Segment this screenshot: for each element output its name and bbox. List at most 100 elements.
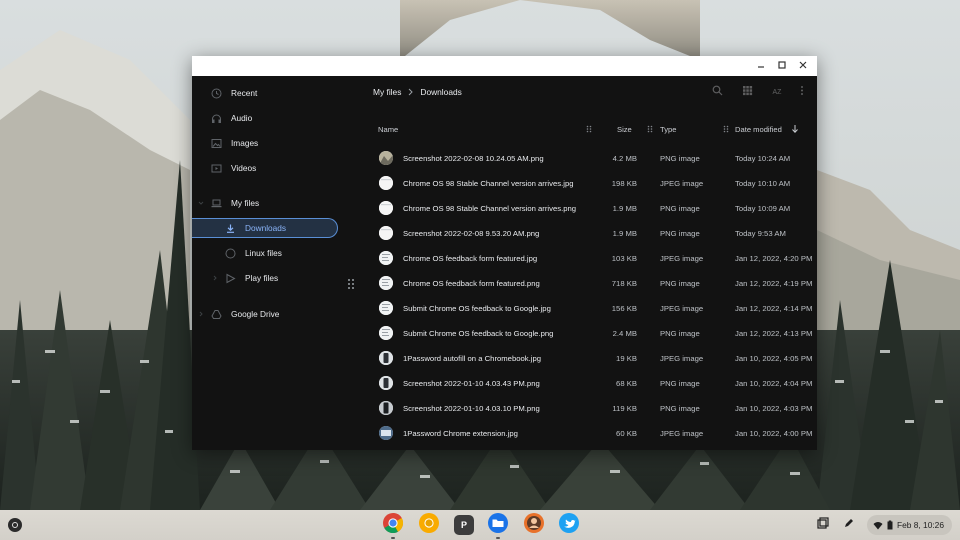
shelf-app-chrome-canary[interactable] — [418, 512, 440, 536]
column-header-size[interactable]: Size — [617, 122, 632, 136]
sidebar-item-google-drive[interactable]: Google Drive — [192, 304, 342, 324]
file-name: Submit Chrome OS feedback to Google.jpg — [403, 304, 551, 313]
file-row[interactable]: 1Password autofill on a Chromebook.jpg 19… — [362, 346, 817, 371]
sidebar-item-downloads[interactable]: Downloads — [192, 218, 338, 238]
shelf-app-twitter[interactable] — [558, 512, 580, 539]
file-row[interactable]: 1Password Chrome extension.jpg 60 KB JPEG … — [362, 421, 817, 446]
shelf-app-pocket-casts[interactable]: P — [453, 514, 475, 536]
shelf-app-files[interactable] — [487, 512, 509, 539]
sidebar-resize-handle[interactable] — [347, 278, 355, 292]
file-thumbnail — [379, 176, 393, 190]
file-type: PNG image — [660, 279, 700, 288]
files-app-icon — [487, 512, 509, 539]
file-name: Chrome OS 98 Stable Channel version arri… — [403, 204, 577, 213]
more-vert-icon — [800, 83, 804, 101]
stylus-tools-button[interactable] — [841, 517, 857, 533]
file-name: Chrome OS feedback form featured.png — [403, 279, 540, 288]
file-date: Today 10:09 AM — [735, 204, 791, 213]
file-name: Screenshot 2022-01-10 4.03.10 PM.png — [403, 404, 540, 413]
file-date: Jan 10, 2022, 4:03 PM — [735, 404, 813, 413]
sidebar-item-label: Downloads — [245, 223, 287, 233]
file-name: 1Password Chrome extension.jpg — [403, 429, 518, 438]
wifi-icon — [873, 521, 883, 530]
file-type: PNG image — [660, 204, 700, 213]
sidebar-item-recent[interactable]: Recent — [192, 83, 342, 103]
maximize-button[interactable] — [772, 56, 792, 76]
breadcrumb-downloads[interactable]: Downloads — [420, 87, 461, 97]
file-type: JPEG image — [660, 354, 704, 363]
file-name: Screenshot 2022-02-08 9.53.20 AM.png — [403, 229, 540, 238]
file-row[interactable]: Screenshot 2022-02-08 9.53.20 AM.png 1.9 … — [362, 221, 817, 246]
file-row[interactable]: Submit Chrome OS feedback to Google.jpg 1… — [362, 296, 817, 321]
breadcrumb: My files Downloads — [373, 86, 462, 98]
sidebar-item-videos[interactable]: Videos — [192, 158, 342, 178]
more-options-button[interactable] — [797, 85, 807, 99]
column-resize-grip-icon[interactable] — [586, 125, 592, 133]
status-area-button[interactable]: Feb 8, 10:26 — [866, 515, 952, 535]
column-resize-grip-icon[interactable] — [723, 125, 729, 133]
file-type: JPEG image — [660, 304, 704, 313]
file-row[interactable]: Chrome OS 98 Stable Channel version arri… — [362, 171, 817, 196]
column-resize-grip-icon[interactable] — [647, 125, 653, 133]
file-thumbnail — [379, 201, 393, 215]
shelf-app-chrome[interactable] — [382, 512, 404, 539]
file-row[interactable]: Submit Chrome OS feedback to Google.png 2… — [362, 321, 817, 346]
file-row[interactable]: Chrome OS 98 Stable Channel version arri… — [362, 196, 817, 221]
expand-arrow-icon[interactable] — [197, 308, 205, 320]
column-header-name[interactable]: Name — [378, 122, 398, 136]
file-size: 103 KB — [611, 254, 637, 263]
file-size: 60 KB — [616, 429, 637, 438]
sidebar-item-label: Videos — [231, 163, 257, 173]
sidebar-item-my-files[interactable]: My files — [192, 193, 342, 213]
file-type: PNG image — [660, 404, 700, 413]
file-thumbnail — [379, 226, 393, 240]
sidebar-item-label: Recent — [231, 88, 258, 98]
headphones-icon — [210, 112, 222, 124]
chrome-icon — [382, 512, 404, 539]
files-app-window: Recent Audio Images Videos My files Down… — [192, 56, 817, 450]
file-size: 119 KB — [612, 404, 637, 413]
expand-arrow-icon[interactable] — [197, 197, 205, 209]
file-size: 4.2 MB — [612, 154, 637, 163]
sort-descending-icon — [791, 124, 799, 134]
grid-view-button[interactable] — [737, 85, 757, 99]
column-header-type[interactable]: Type — [660, 122, 676, 136]
file-type: PNG image — [660, 379, 700, 388]
clipboard-button[interactable] — [815, 517, 831, 533]
app-letter: P — [460, 520, 467, 530]
file-row[interactable]: Chrome OS feedback form featured.png 718 … — [362, 271, 817, 296]
file-thumbnail — [379, 301, 393, 315]
file-name: Chrome OS 98 Stable Channel version arri… — [403, 179, 574, 188]
sidebar-item-audio[interactable]: Audio — [192, 108, 342, 128]
file-size: 19 KB — [616, 354, 637, 363]
sidebar-item-linux-files[interactable]: Linux files — [192, 243, 342, 263]
twitter-icon — [558, 512, 580, 539]
launcher-button[interactable] — [8, 518, 22, 532]
sidebar-item-play-files[interactable]: Play files — [192, 268, 342, 288]
file-row[interactable]: Screenshot 2022-02-08 10.24.05 AM.png 4.2… — [362, 146, 817, 171]
file-row[interactable]: Screenshot 2022-01-10 4.03.10 PM.png 119 … — [362, 396, 817, 421]
shelf: P Feb 8, 10:26 — [0, 510, 960, 540]
column-header-date[interactable]: Date modified — [735, 122, 782, 136]
clock-icon — [210, 87, 222, 99]
chevron-right-icon — [407, 88, 414, 96]
download-icon — [224, 222, 236, 234]
system-tray: Feb 8, 10:26 — [815, 515, 952, 535]
sort-button[interactable]: AZ — [767, 85, 787, 99]
minimize-button[interactable] — [751, 56, 771, 76]
file-row[interactable]: Chrome OS feedback form featured.jpg 103 … — [362, 246, 817, 271]
stylus-icon — [843, 516, 855, 534]
breadcrumb-my-files[interactable]: My files — [373, 87, 401, 97]
shelf-app-avatar[interactable] — [523, 512, 545, 539]
expand-arrow-icon[interactable] — [211, 272, 219, 284]
avatar-app-icon — [523, 512, 545, 539]
file-type: PNG image — [660, 229, 700, 238]
sidebar-item-images[interactable]: Images — [192, 133, 342, 153]
file-date: Jan 10, 2022, 4:04 PM — [735, 379, 813, 388]
close-button[interactable] — [793, 56, 813, 76]
search-button[interactable] — [707, 85, 727, 99]
file-size: 68 KB — [616, 379, 637, 388]
file-row[interactable]: Screenshot 2022-01-10 4.03.43 PM.png 68 K… — [362, 371, 817, 396]
window-titlebar[interactable] — [192, 56, 817, 76]
linux-icon — [224, 247, 236, 259]
